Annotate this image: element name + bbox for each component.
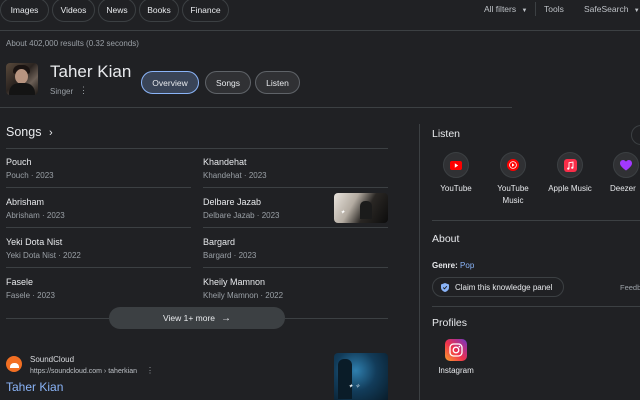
entity-title: Taher Kian — [50, 62, 132, 81]
more-options-icon[interactable]: ⋮ — [79, 85, 88, 96]
youtube-music-icon — [507, 159, 519, 171]
shield-icon — [441, 282, 449, 292]
songs-heading[interactable]: Songs › — [6, 125, 53, 139]
listen-divider — [432, 220, 640, 221]
song-title[interactable]: Kheily Mamnon — [203, 277, 265, 287]
apple-music-label[interactable]: Apple Music — [540, 183, 600, 195]
youtube-icon — [450, 160, 462, 170]
song-subtitle: Delbare Jazab · 2023 — [203, 211, 280, 220]
song-subtitle: Kheily Mamnon · 2022 — [203, 291, 284, 300]
song-subtitle: Abrisham · 2023 — [6, 211, 65, 220]
tab-songs[interactable]: Songs — [205, 71, 251, 94]
header-divider — [0, 30, 640, 31]
safesearch-button[interactable]: SafeSearch ▼ — [584, 4, 640, 14]
song-title[interactable]: Khandehat — [203, 157, 247, 167]
instagram-glyph-icon — [449, 343, 463, 357]
youtube-music-label[interactable]: YouTube Music — [487, 183, 539, 207]
song-thumbnail[interactable]: ✦ — [334, 193, 388, 223]
tools-button[interactable]: Tools — [544, 4, 564, 14]
song-title[interactable]: Yeki Dota Nist — [6, 237, 62, 247]
instagram-icon[interactable] — [445, 339, 467, 361]
row-divider — [203, 187, 388, 188]
song-subtitle: Pouch · 2023 — [6, 171, 54, 180]
apple-music-icon — [563, 158, 577, 172]
result-thumbnail[interactable]: ✦ ✧ — [334, 353, 388, 400]
avatar[interactable] — [6, 63, 38, 95]
results-count: About 402,000 results (0.32 seconds) — [6, 39, 139, 48]
claim-panel-label: Claim this knowledge panel — [455, 282, 553, 292]
youtube-button[interactable] — [443, 152, 469, 178]
genre-link[interactable]: Pop — [460, 261, 474, 270]
scroll-next-button[interactable] — [631, 125, 640, 145]
profiles-heading: Profiles — [432, 317, 468, 329]
instagram-label[interactable]: Instagram — [432, 365, 480, 377]
result-site-name[interactable]: SoundCloud — [30, 355, 74, 364]
result-link-title[interactable]: Taher Kian — [6, 380, 63, 394]
about-heading: About — [432, 233, 460, 245]
row-divider — [6, 187, 191, 188]
songs-divider — [6, 148, 388, 149]
view-more-divider-right — [285, 318, 388, 319]
panel-divider — [419, 124, 420, 400]
soundcloud-icon — [6, 356, 22, 372]
song-subtitle: Yeki Dota Nist · 2022 — [6, 251, 81, 260]
safesearch-label: SafeSearch — [584, 4, 629, 14]
deezer-icon — [620, 159, 632, 170]
genre-row: Genre: Pop — [432, 261, 474, 270]
song-title[interactable]: Pouch — [6, 157, 32, 167]
view-more-divider-left — [6, 318, 109, 319]
genre-label: Genre: — [432, 261, 458, 270]
listen-heading: Listen — [432, 128, 461, 140]
row-divider — [6, 227, 191, 228]
feedback-link[interactable]: Feedb — [620, 283, 640, 292]
dropdown-arrow-icon: ▼ — [633, 8, 640, 14]
song-subtitle: Bargard · 2023 — [203, 251, 257, 260]
result-url[interactable]: https://soundcloud.com › taherkian — [30, 368, 137, 375]
all-filters-button[interactable]: All filters ▼ — [484, 4, 527, 14]
apple-music-button[interactable] — [557, 152, 583, 178]
arrow-right-icon: → — [221, 312, 232, 324]
dropdown-arrow-icon: ▼ — [521, 8, 528, 14]
youtube-music-button[interactable] — [500, 152, 526, 178]
claim-panel-button[interactable]: Claim this knowledge panel — [432, 277, 564, 297]
thumbnail-art-icon: ✦ ✧ — [348, 383, 360, 390]
all-filters-label: All filters — [484, 4, 517, 14]
chevron-right-icon: › — [48, 127, 53, 139]
deezer-label[interactable]: Deezer — [610, 183, 640, 195]
songs-title: Songs — [6, 125, 42, 139]
youtube-label[interactable]: YouTube — [430, 183, 482, 195]
row-divider — [203, 227, 388, 228]
filter-chip-images[interactable]: Images — [0, 0, 49, 22]
row-divider — [203, 267, 388, 268]
song-title[interactable]: Delbare Jazab — [203, 197, 261, 207]
row-divider — [6, 267, 191, 268]
filter-chip-books[interactable]: Books — [139, 0, 179, 22]
filter-chip-news[interactable]: News — [98, 0, 136, 22]
filter-chip-videos[interactable]: Videos — [52, 0, 95, 22]
song-title[interactable]: Abrisham — [6, 197, 44, 207]
about-divider — [432, 306, 640, 307]
more-options-icon[interactable]: ⋮ — [146, 366, 154, 375]
filter-chip-finance[interactable]: Finance — [182, 0, 229, 22]
toolbar-divider — [535, 2, 536, 16]
view-more-label: View 1+ more — [162, 313, 216, 323]
view-more-button[interactable]: View 1+ more → — [109, 307, 285, 329]
entity-divider — [0, 107, 512, 108]
song-title[interactable]: Bargard — [203, 237, 235, 247]
song-subtitle: Fasele · 2023 — [6, 291, 55, 300]
tab-overview[interactable]: Overview — [141, 71, 199, 94]
entity-subtitle: Singer — [50, 87, 74, 96]
deezer-button[interactable] — [613, 152, 639, 178]
song-subtitle: Khandehat · 2023 — [203, 171, 267, 180]
tab-listen[interactable]: Listen — [255, 71, 300, 94]
song-title[interactable]: Fasele — [6, 277, 33, 287]
